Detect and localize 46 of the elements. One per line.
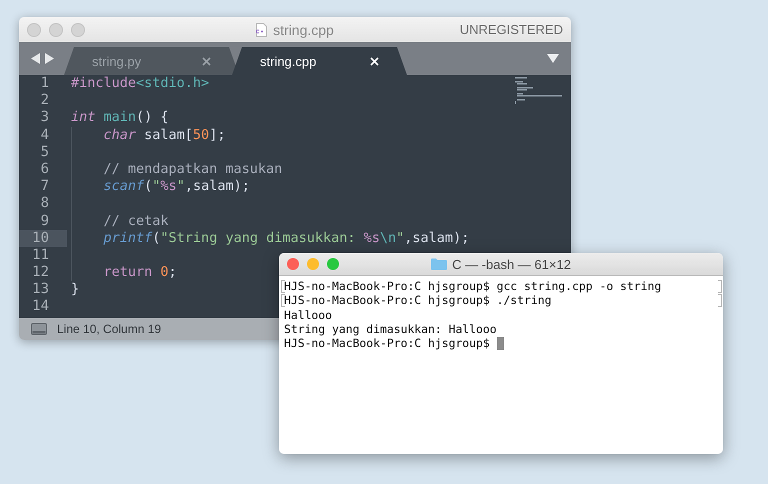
editor-tab[interactable]: string.cpp [232, 47, 407, 75]
terminal-line: Hallooo [284, 308, 332, 322]
terminal-line: String yang dimasukkan: Hallooo [284, 322, 497, 336]
close-light[interactable] [287, 258, 299, 270]
terminal-line: HJS-no-MacBook-Pro:C hjsgroup$ gcc string.cpp -o string [284, 279, 662, 294]
folder-icon [431, 258, 448, 270]
line-number: 11 [31, 246, 50, 264]
zoom-light[interactable] [71, 22, 85, 36]
file-icon [256, 22, 268, 36]
code-line: } [71, 281, 80, 298]
code-line: scanf("%s",salam); [104, 178, 250, 194]
close-light[interactable] [27, 22, 41, 36]
back-icon[interactable] [31, 53, 40, 64]
code-line: printf("String yang dimasukkan: %s\n",salam); [104, 230, 470, 246]
code-line: #include<stdio.h> [71, 75, 210, 91]
forward-icon[interactable] [45, 53, 54, 64]
window-title: C — -bash — 61×12 [452, 256, 571, 272]
line-number: 13 [31, 281, 50, 298]
terminal-line: HJS-no-MacBook-Pro:C hjsgroup$ [284, 336, 490, 350]
minimize-light[interactable] [49, 22, 63, 36]
line-number: 4 [40, 126, 50, 144]
code-line: return 0; [104, 264, 177, 280]
dropdown-icon[interactable] [547, 54, 559, 63]
line-number: 8 [40, 195, 50, 212]
line-number: 7 [40, 178, 50, 196]
window-title: string.cpp [273, 22, 334, 38]
line-number: 5 [40, 144, 50, 161]
line-number: 2 [40, 92, 50, 110]
license-label: UNREGISTERED [460, 22, 563, 37]
line-number: 6 [40, 160, 50, 178]
line-number: 14 [31, 298, 50, 316]
line-number: 10 [19, 230, 67, 247]
panel-icon[interactable] [31, 323, 47, 335]
minimize-light[interactable] [307, 258, 319, 270]
line-number: 3 [40, 109, 50, 127]
line-number: 9 [40, 212, 50, 230]
zoom-light[interactable] [327, 258, 339, 270]
terminal-line: HJS-no-MacBook-Pro:C hjsgroup$ ./string [284, 293, 552, 308]
line-number: 1 [40, 75, 50, 92]
line-number: 12 [31, 264, 50, 282]
code-line: char salam[50]; [104, 126, 226, 143]
code-line: int main() { [71, 109, 169, 126]
text-cursor [496, 336, 504, 350]
cursor-position: Line 10, Column 19 [57, 322, 162, 336]
code-line: // mendapatkan masukan [104, 160, 282, 177]
code-line: // cetak [104, 212, 169, 228]
